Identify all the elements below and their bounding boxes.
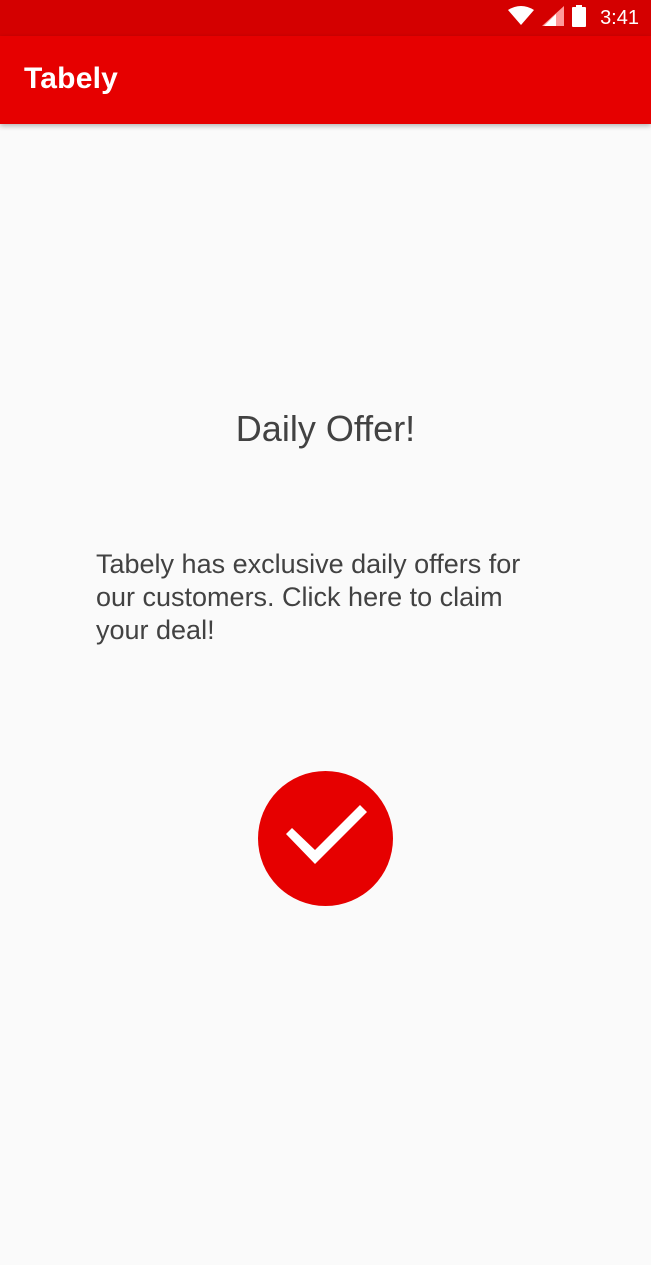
check-icon xyxy=(278,788,374,889)
battery-icon xyxy=(572,4,587,32)
app-title: Tabely xyxy=(24,62,119,95)
status-time: 3:41 xyxy=(600,6,639,29)
cellular-signal-icon xyxy=(542,5,565,31)
wifi-icon xyxy=(508,5,535,31)
status-bar: 3:41 xyxy=(0,0,651,36)
offer-description[interactable]: Tabely has exclusive daily offers for ou… xyxy=(96,548,536,647)
app-bar: Tabely xyxy=(0,36,651,124)
main-content: Daily Offer! Tabely has exclusive daily … xyxy=(0,124,651,1265)
offer-title: Daily Offer! xyxy=(235,408,416,449)
claim-deal-button[interactable] xyxy=(258,771,393,906)
status-icons: 3:41 xyxy=(508,0,639,36)
